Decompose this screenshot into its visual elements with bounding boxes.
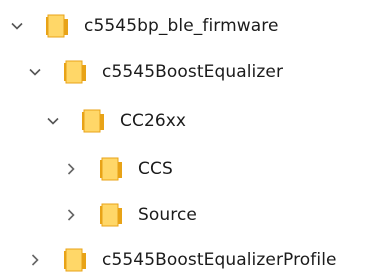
tree-item-label: c5545BoostEqualizerProfile bbox=[102, 250, 337, 270]
folder-tree: c5545bp_ble_firmware c5545BoostEqualizer… bbox=[0, 0, 391, 276]
chevron-down-icon[interactable] bbox=[46, 114, 60, 128]
tree-item-cc26xx[interactable]: CC26xx bbox=[46, 101, 186, 141]
chevron-down-icon[interactable] bbox=[28, 65, 42, 79]
tree-item-c5545bp-ble-firmware[interactable]: c5545bp_ble_firmware bbox=[10, 6, 279, 46]
folder-icon bbox=[98, 157, 124, 181]
chevron-down-icon[interactable] bbox=[10, 19, 24, 33]
tree-item-c5545boostequalizer[interactable]: c5545BoostEqualizer bbox=[28, 52, 283, 92]
tree-item-c5545boostequalizerprofile[interactable]: c5545BoostEqualizerProfile bbox=[28, 240, 337, 280]
chevron-right-icon[interactable] bbox=[64, 208, 78, 222]
folder-icon bbox=[62, 248, 88, 272]
chevron-right-icon[interactable] bbox=[28, 253, 42, 267]
chevron-right-icon[interactable] bbox=[64, 162, 78, 176]
tree-item-label: CC26xx bbox=[120, 111, 187, 131]
folder-icon bbox=[44, 14, 70, 38]
tree-item-label: Source bbox=[138, 205, 197, 225]
tree-item-ccs[interactable]: CCS bbox=[64, 149, 173, 189]
tree-item-label: c5545bp_ble_firmware bbox=[84, 16, 279, 36]
folder-icon bbox=[80, 109, 106, 133]
folder-icon bbox=[98, 203, 124, 227]
tree-item-source[interactable]: Source bbox=[64, 195, 197, 235]
folder-icon bbox=[62, 60, 88, 84]
tree-item-label: CCS bbox=[138, 159, 173, 179]
tree-item-label: c5545BoostEqualizer bbox=[102, 62, 284, 82]
